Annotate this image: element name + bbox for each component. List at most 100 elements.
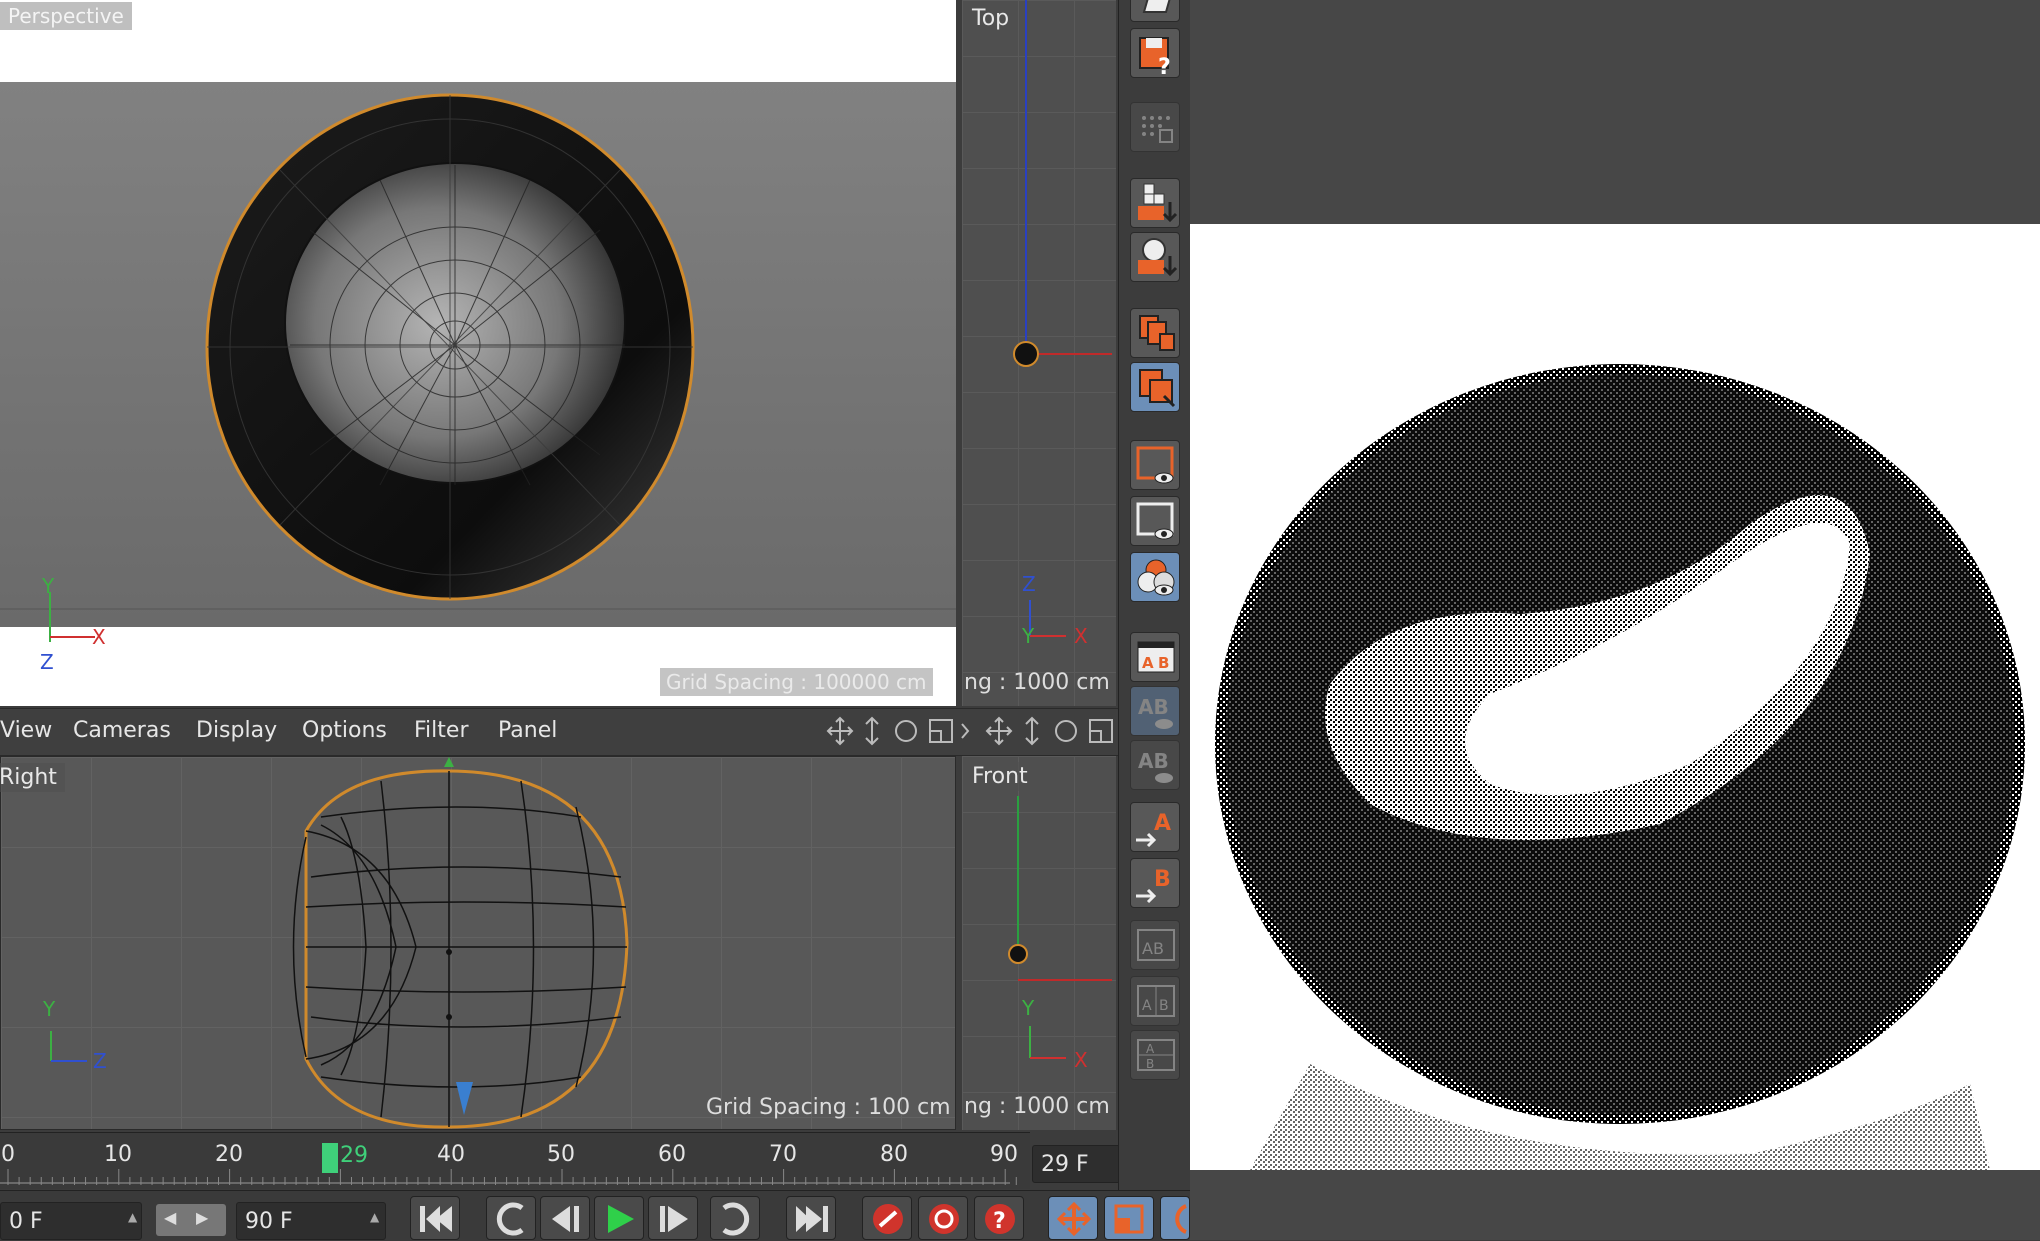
- eye-circles-button[interactable]: [1130, 552, 1180, 602]
- menu-cameras[interactable]: Cameras: [73, 718, 171, 743]
- ab-split-icon: AB: [1137, 985, 1175, 1017]
- right-view-label: Right: [0, 763, 65, 792]
- record-keys-button[interactable]: [862, 1196, 912, 1240]
- previous-key-button[interactable]: [486, 1196, 536, 1240]
- go-to-start-button[interactable]: [410, 1196, 460, 1240]
- tick-0: 0: [1, 1142, 15, 1167]
- range-left-arrow-icon[interactable]: ◀: [164, 1208, 176, 1227]
- render-output-image[interactable]: [1190, 224, 2040, 1170]
- ab-dim-button[interactable]: AB: [1130, 740, 1180, 790]
- ab-eye-icon: AB: [1138, 695, 1173, 729]
- dots-grid-icon: [1142, 116, 1173, 143]
- render-copy-icon: [1139, 369, 1176, 408]
- rotate-tool-button[interactable]: [1160, 1196, 1190, 1240]
- next-key-icon: [722, 1202, 750, 1236]
- ab-compare-split-button[interactable]: AB: [1130, 1030, 1180, 1080]
- frame-view-button[interactable]: [1130, 440, 1180, 490]
- menu-panel[interactable]: Panel: [498, 718, 557, 743]
- next-frame-icon: [660, 1206, 688, 1232]
- ab-split-button[interactable]: AB: [1130, 976, 1180, 1026]
- front-axis-x-label: X: [1074, 1048, 1088, 1072]
- a-arrow-button[interactable]: A: [1130, 802, 1180, 852]
- start-frame-field[interactable]: 0 F: [0, 1202, 142, 1240]
- render-copy-button[interactable]: [1130, 362, 1180, 412]
- svg-text:B: B: [1159, 998, 1169, 1014]
- top-view-label: Top: [964, 4, 1018, 33]
- question-icon: ?: [985, 1204, 1015, 1234]
- top-axis-y-label: Y: [1022, 624, 1035, 648]
- svg-text:?: ?: [1158, 55, 1171, 76]
- ab-swap-button[interactable]: AB: [1130, 920, 1180, 970]
- front-viewport[interactable]: Front Y X ng : 1000 cm: [962, 756, 1116, 1130]
- autokey-icon: [929, 1204, 959, 1234]
- dots-grid-button[interactable]: [1130, 102, 1180, 152]
- right-viewport[interactable]: Right Y Z Grid Spacing : 100 cm: [0, 756, 956, 1130]
- next-key-button[interactable]: [710, 1196, 760, 1240]
- top-grid-spacing: ng : 1000 cm: [964, 670, 1110, 695]
- next-frame-button[interactable]: [648, 1196, 698, 1240]
- svg-text:A: A: [1146, 1042, 1155, 1056]
- previous-frame-icon: [552, 1206, 579, 1232]
- front-axis-y-label: Y: [1022, 996, 1035, 1020]
- perspective-grid-spacing: Grid Spacing : 100000 cm: [660, 668, 933, 696]
- render-region-button[interactable]: [1130, 178, 1180, 228]
- front-axis-lines: [1008, 796, 1112, 1059]
- top-viewport[interactable]: Top Z Y X ng : 1000 cm: [962, 0, 1116, 706]
- keyframe-help-button[interactable]: ?: [974, 1196, 1024, 1240]
- frame-view-icon: [1136, 446, 1174, 484]
- render-object-button[interactable]: [1130, 232, 1180, 282]
- svg-text:?: ?: [993, 1209, 1006, 1234]
- perspective-viewport[interactable]: Perspective Y X Z Grid Spacing : 100000 …: [0, 0, 956, 706]
- top-axis-z-label: Z: [1022, 572, 1036, 596]
- start-stepper-icon[interactable]: ▲: [128, 1210, 137, 1224]
- tick-10: 10: [104, 1142, 132, 1167]
- frame-eye-button[interactable]: [1130, 496, 1180, 546]
- render-object-icon: [1138, 238, 1178, 277]
- tick-20: 20: [215, 1142, 243, 1167]
- timeline-ruler[interactable]: 29: [0, 1132, 1030, 1189]
- current-frame-marker[interactable]: [322, 1143, 338, 1173]
- end-frame-field[interactable]: 90 F: [236, 1202, 386, 1240]
- go-to-end-icon: [796, 1206, 828, 1232]
- ab-eye-button[interactable]: AB: [1130, 686, 1180, 736]
- tick-40: 40: [437, 1142, 465, 1167]
- current-frame-marker-label: 29: [340, 1143, 368, 1168]
- perspective-view-label: Perspective: [0, 2, 132, 30]
- frame-eye-icon: [1136, 502, 1174, 540]
- axis-z-label: Z: [40, 650, 54, 674]
- ab-compare-button[interactable]: AB: [1130, 632, 1180, 682]
- viewport-nav-icons[interactable]: [826, 716, 1116, 748]
- b-arrow-icon: B: [1136, 867, 1171, 904]
- grid-toggle-button[interactable]: [1130, 0, 1180, 22]
- move-tool-button[interactable]: [1048, 1196, 1098, 1240]
- range-right-arrow-icon[interactable]: ▶: [196, 1208, 208, 1227]
- menu-display[interactable]: Display: [196, 718, 277, 743]
- ab-dim-icon: AB: [1138, 749, 1173, 783]
- top-axis-x-label: X: [1074, 624, 1088, 648]
- render-delete-button[interactable]: [1130, 308, 1180, 358]
- right-axis-z-label: Z: [93, 1049, 107, 1073]
- autokey-button[interactable]: [918, 1196, 968, 1240]
- axis-x-label: X: [92, 625, 106, 649]
- timeline-ticks: [0, 1169, 1017, 1185]
- key-record-icon: [873, 1204, 903, 1234]
- go-to-end-button[interactable]: [786, 1196, 836, 1240]
- play-button[interactable]: [594, 1196, 644, 1240]
- top-axis-lines: [1013, 0, 1112, 637]
- rotate-icon: [1175, 1204, 1187, 1234]
- menu-view[interactable]: View: [0, 718, 52, 743]
- sphere-bowl-model[interactable]: [0, 0, 956, 706]
- end-stepper-icon[interactable]: ▲: [370, 1210, 379, 1224]
- menu-options[interactable]: Options: [302, 718, 387, 743]
- eye-circles-icon: [1137, 559, 1175, 596]
- previous-frame-button[interactable]: [540, 1196, 590, 1240]
- svg-text:B: B: [1146, 1057, 1154, 1071]
- right-grid-spacing: Grid Spacing : 100 cm: [706, 1095, 951, 1120]
- menu-filter[interactable]: Filter: [414, 718, 468, 743]
- svg-text:A: A: [1154, 811, 1171, 836]
- scale-tool-button[interactable]: [1104, 1196, 1154, 1240]
- save-help-button[interactable]: ?: [1130, 28, 1180, 78]
- b-arrow-button[interactable]: B: [1130, 858, 1180, 908]
- ab-swap-icon: AB: [1137, 929, 1175, 961]
- right-sphere-wireframe[interactable]: [1, 757, 957, 1131]
